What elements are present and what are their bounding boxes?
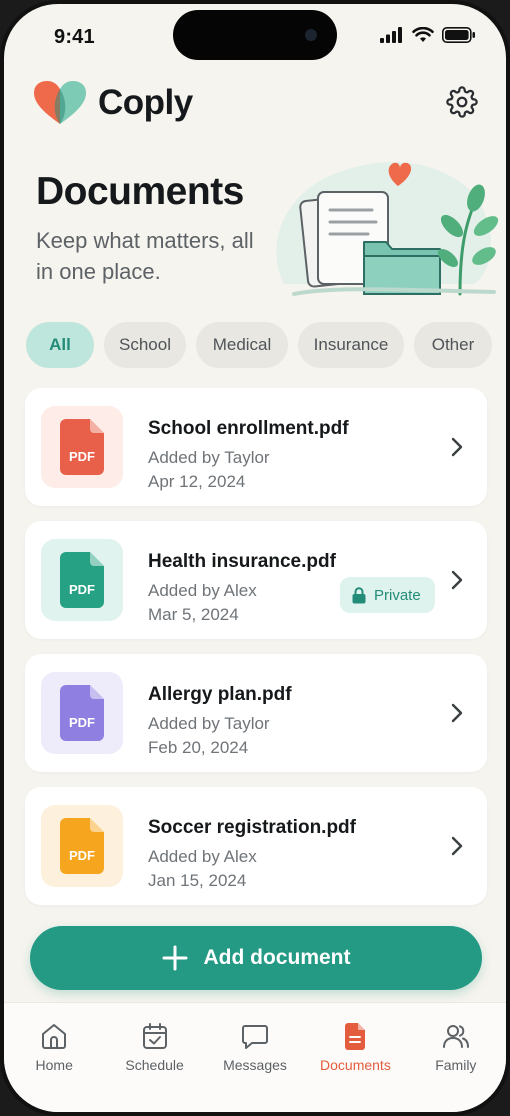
document-added-by: Added by Taylor — [148, 448, 270, 467]
filter-school[interactable]: School — [104, 322, 186, 368]
tab-home[interactable]: Home — [4, 1003, 104, 1112]
app-screen: 9:41 Coply Documents Keep what matters, … — [4, 4, 506, 1112]
document-list: PDF School enrollment.pdf Added by Taylo… — [25, 388, 487, 920]
phone-frame: 9:41 Coply Documents Keep what matters, … — [0, 0, 510, 1116]
pdf-label: PDF — [69, 715, 95, 730]
calendar-icon — [142, 1023, 167, 1049]
chevron-right-icon — [451, 836, 463, 856]
document-name: Allergy plan.pdf — [148, 684, 292, 705]
private-badge-label: Private — [374, 586, 421, 604]
filter-other[interactable]: Other — [414, 322, 492, 368]
filter-medical[interactable]: Medical — [196, 322, 288, 368]
lock-icon — [352, 586, 366, 603]
tab-family-label: Family — [435, 1057, 477, 1073]
brand-name: Coply — [98, 83, 193, 122]
pdf-file-icon: PDF — [60, 685, 104, 741]
document-name: Soccer registration.pdf — [148, 817, 356, 838]
document-card[interactable]: PDF Health insurance.pdf Added by Alex M… — [25, 521, 487, 639]
filter-all[interactable]: All — [26, 322, 94, 368]
filter-insurance[interactable]: Insurance — [298, 322, 404, 368]
signal-icon — [380, 27, 402, 43]
plus-icon — [162, 945, 187, 971]
pdf-file-icon: PDF — [60, 818, 104, 874]
documents-illustration — [276, 162, 499, 296]
tab-family[interactable]: Family — [406, 1003, 506, 1112]
tab-schedule[interactable]: Schedule — [104, 1003, 204, 1112]
document-card[interactable]: PDF Allergy plan.pdf Added by Taylor Feb… — [25, 654, 487, 772]
page-subtitle: Keep what matters, all in one place. — [36, 228, 254, 284]
bottom-tab-bar: Home Schedule Messages Documents Family — [4, 1002, 506, 1112]
pdf-file-icon: PDF — [60, 552, 104, 608]
pdf-label: PDF — [69, 449, 95, 464]
logo-heart-icon — [34, 81, 86, 124]
document-added-by: Added by Alex — [148, 581, 257, 600]
family-icon — [442, 1025, 469, 1048]
battery-icon — [442, 27, 475, 43]
add-document-button[interactable]: Add document — [30, 926, 482, 990]
document-date: Mar 5, 2024 — [148, 605, 239, 624]
document-thumbnail: PDF — [41, 672, 123, 754]
gear-icon — [446, 86, 478, 118]
tab-documents[interactable]: Documents — [305, 1003, 405, 1112]
chat-icon — [242, 1025, 269, 1049]
document-icon — [345, 1023, 366, 1050]
document-thumbnail: PDF — [41, 805, 123, 887]
document-thumbnail: PDF — [41, 539, 123, 621]
chevron-right-icon — [451, 570, 463, 590]
chevron-right-icon — [451, 703, 463, 723]
document-thumbnail: PDF — [41, 406, 123, 488]
private-badge: Private — [340, 577, 435, 613]
tab-documents-label: Documents — [320, 1057, 391, 1073]
document-name: School enrollment.pdf — [148, 418, 349, 439]
pdf-label: PDF — [69, 848, 95, 863]
chevron-right-icon — [451, 437, 463, 457]
tab-messages[interactable]: Messages — [205, 1003, 305, 1112]
tab-schedule-label: Schedule — [125, 1057, 184, 1073]
status-icons — [380, 27, 476, 43]
document-date: Feb 20, 2024 — [148, 738, 249, 757]
document-card[interactable]: PDF School enrollment.pdf Added by Taylo… — [25, 388, 487, 506]
dynamic-island — [173, 10, 337, 60]
settings-button[interactable] — [444, 84, 480, 120]
wifi-icon — [412, 27, 434, 42]
document-added-by: Added by Taylor — [148, 714, 270, 733]
add-document-label: Add document — [203, 946, 351, 969]
tab-home-label: Home — [35, 1057, 73, 1073]
pdf-file-icon: PDF — [60, 419, 104, 475]
pdf-label: PDF — [69, 582, 95, 597]
document-card[interactable]: PDF Soccer registration.pdf Added by Ale… — [25, 787, 487, 905]
document-added-by: Added by Alex — [148, 847, 257, 866]
document-date: Apr 12, 2024 — [148, 472, 246, 491]
status-time: 9:41 — [54, 26, 95, 48]
home-icon — [42, 1024, 67, 1049]
tab-messages-label: Messages — [223, 1057, 287, 1073]
document-date: Jan 15, 2024 — [148, 871, 247, 890]
document-name: Health insurance.pdf — [148, 551, 336, 572]
page-title: Documents — [36, 170, 244, 213]
brand: Coply — [32, 80, 193, 126]
filter-chips: All School Medical Insurance Other — [26, 322, 492, 368]
camera-icon — [305, 29, 317, 41]
